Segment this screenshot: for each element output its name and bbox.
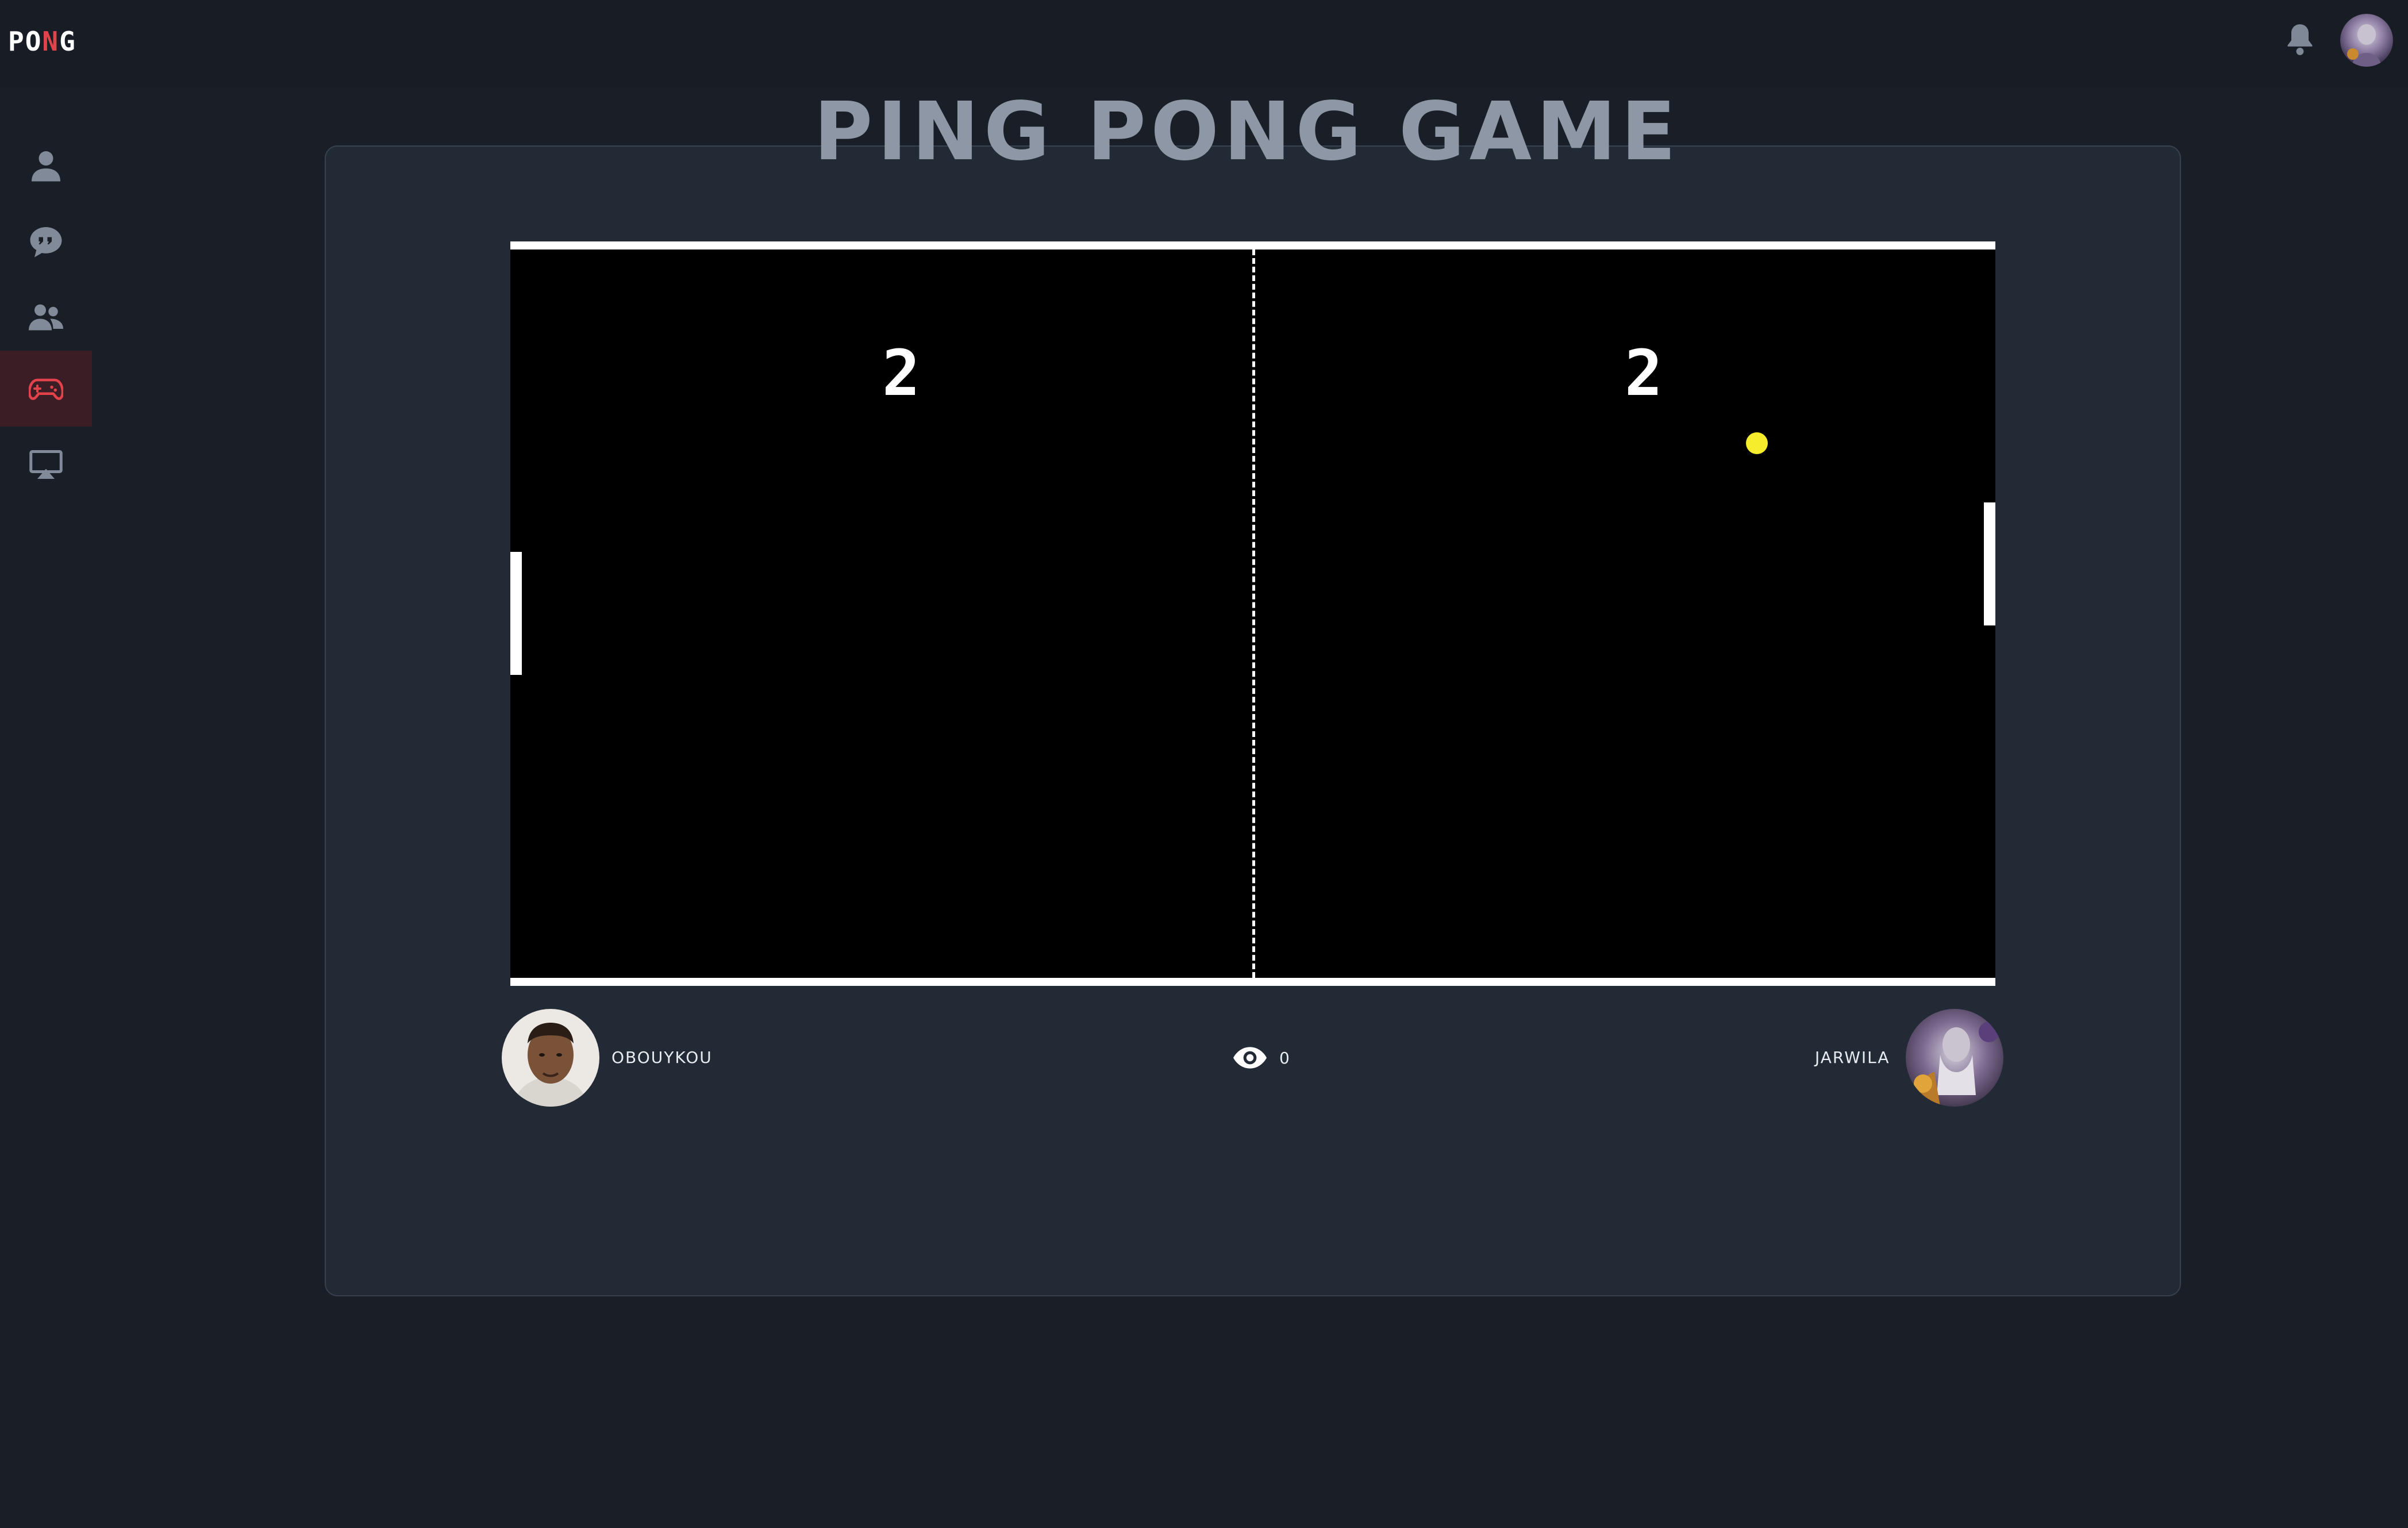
app-logo[interactable]: PONG (8, 24, 76, 59)
logo-text-part-1: PO (8, 26, 43, 57)
user-icon (32, 151, 60, 182)
left-paddle (510, 552, 522, 675)
right-player-name: JARWILA (1815, 1048, 1890, 1067)
gamepad-icon (29, 378, 63, 400)
left-player-name: OBOUYKOU (611, 1048, 713, 1067)
top-bar: PONG (0, 0, 2408, 87)
left-score: 2 (882, 336, 921, 410)
logo-text-part-2: G (59, 26, 76, 57)
eye-icon (1233, 1047, 1267, 1069)
users-icon (29, 304, 63, 331)
right-score: 2 (1624, 336, 1663, 410)
left-player-avatar[interactable] (502, 1009, 599, 1107)
chat-bubble-icon (30, 227, 62, 258)
sidebar-item-profile[interactable] (0, 128, 92, 204)
sidebar-item-watch[interactable] (0, 427, 92, 502)
logo-text-accent: N (42, 26, 60, 57)
right-player-avatar[interactable] (1906, 1009, 2003, 1107)
sidebar-item-game[interactable] (0, 351, 92, 427)
page-title: PING PONG GAME (813, 85, 1681, 179)
airplay-icon (29, 450, 63, 479)
ball (1746, 432, 1768, 454)
center-net (1252, 249, 1255, 978)
bell-icon[interactable] (2285, 22, 2315, 56)
user-avatar[interactable] (2340, 14, 2393, 67)
game-court[interactable]: 2 2 (510, 241, 1995, 986)
spectator-counter: 0 (1233, 1044, 1290, 1072)
sidebar-item-chat[interactable] (0, 204, 92, 279)
spectator-count: 0 (1279, 1048, 1290, 1068)
sidebar-item-friends[interactable] (0, 279, 92, 355)
right-paddle (1984, 502, 1995, 625)
